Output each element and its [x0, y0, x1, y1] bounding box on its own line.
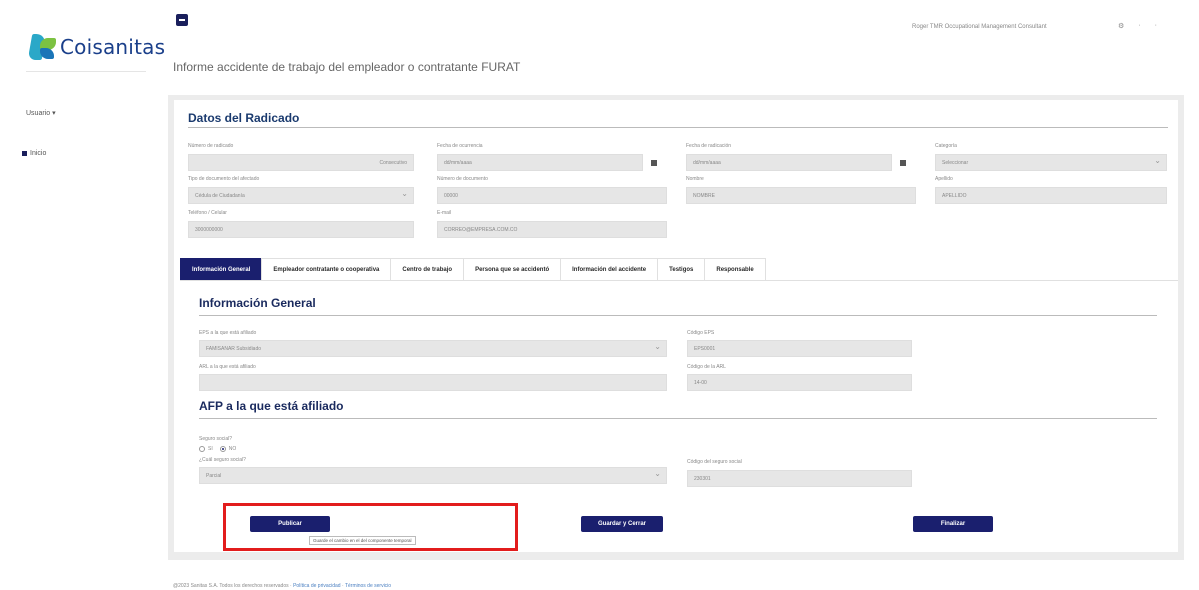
nombre-label: Nombre	[686, 176, 704, 182]
tab-centro-trabajo[interactable]: Centro de trabajo	[390, 258, 465, 280]
section-heading-afp: AFP a la que está afiliado	[199, 399, 344, 413]
email-label: E-mail	[437, 210, 452, 216]
guardar-cerrar-button[interactable]: Guardar y Cerrar	[581, 516, 663, 532]
eps-label: EPS a la que está afiliado	[199, 330, 257, 336]
section-heading-radicado: Datos del Radicado	[188, 111, 300, 125]
seguro-social-radio-group: SI NO	[199, 446, 236, 452]
tab-bar: Información General Empleador contratant…	[180, 258, 766, 280]
codigo-eps-label: Código EPS	[687, 330, 715, 336]
sidebar-divider	[26, 71, 146, 72]
sidebar-user-menu[interactable]: Usuario ▾	[26, 109, 56, 117]
arl-label: ARL a la que está afiliado	[199, 364, 256, 370]
section-divider	[199, 315, 1157, 316]
sidebar-item-label: Inicio	[30, 150, 47, 157]
tab-informacion-general[interactable]: Información General	[180, 258, 263, 280]
codigo-arl-label: Código de la ARL	[687, 364, 726, 370]
brand-logo[interactable]: Coisanitas	[27, 34, 166, 60]
highlight-box	[223, 503, 518, 551]
codigo-seguro-field: 230301	[687, 470, 912, 487]
tab-divider	[180, 280, 1178, 281]
calendar-icon[interactable]	[900, 160, 906, 166]
fecha-ocurrencia-label: Fecha de ocurrencia	[437, 143, 483, 149]
seguro-social-label: Seguro social?	[199, 436, 233, 442]
apellido-label: Apellido	[935, 176, 953, 182]
nombre-field: NOMBRE	[686, 187, 916, 204]
telefono-field: 3000000000	[188, 221, 414, 238]
radio-no[interactable]	[219, 446, 226, 452]
top-user-name: Roger TMR Occupational Management Consul…	[912, 24, 1047, 30]
numero-documento-field: 00000	[437, 187, 667, 204]
section-divider	[199, 418, 1157, 419]
categoria-label: Categoría	[935, 143, 957, 149]
fecha-radicacion-field[interactable]: dd/mm/aaaa	[686, 154, 892, 171]
tab-persona-accidentada[interactable]: Persona que se accidentó	[463, 258, 562, 280]
section-heading-info-general: Información General	[199, 296, 316, 310]
codigo-arl-field: 14-00	[687, 374, 912, 391]
eps-select[interactable]: FAMISANAR Subsidiado	[199, 340, 667, 357]
arl-field[interactable]	[199, 374, 667, 391]
tab-testigos[interactable]: Testigos	[657, 258, 706, 280]
tab-informacion-accidente[interactable]: Información del accidente	[560, 258, 659, 280]
categoria-select[interactable]: Seleccionar	[935, 154, 1167, 171]
sidebar-item-inicio[interactable]: Inicio	[22, 150, 46, 157]
tab-responsable[interactable]: Responsable	[704, 258, 766, 280]
home-icon	[22, 150, 27, 156]
bell-icon[interactable]: ·	[1138, 22, 1140, 30]
footer: @2023 Sanitas S.A. Todos los derechos re…	[173, 583, 392, 589]
user-icon[interactable]: ⚙	[1118, 22, 1124, 30]
fecha-ocurrencia-field[interactable]: dd/mm/aaaa	[437, 154, 643, 171]
cual-seguro-label: ¿Cuál seguro social?	[199, 457, 246, 463]
brand-mark-icon	[27, 34, 58, 60]
cual-seguro-select[interactable]: Parcial	[199, 467, 667, 484]
email-field: CORREO@EMPRESA.COM.CO	[437, 221, 667, 238]
footer-link-privacy[interactable]: Política de privacidad	[293, 583, 341, 589]
tipo-documento-label: Tipo de documento del afectado	[188, 176, 260, 182]
brand-name: Coisanitas	[60, 35, 166, 59]
radio-no-label: NO	[228, 446, 237, 452]
codigo-seguro-label: Código del seguro social	[687, 459, 742, 465]
radio-si[interactable]	[199, 446, 205, 452]
menu-toggle-button[interactable]	[176, 14, 188, 26]
calendar-icon[interactable]	[651, 160, 657, 166]
footer-copyright: @2023 Sanitas S.A. Todos los derechos re…	[173, 583, 289, 589]
fecha-radicacion-label: Fecha de radicación	[686, 143, 732, 149]
section-divider	[188, 127, 1168, 128]
page-title: Informe accidente de trabajo del emplead…	[173, 60, 521, 74]
codigo-eps-field: EPS0001	[687, 340, 912, 357]
finalizar-button[interactable]: Finalizar	[913, 516, 993, 532]
radio-si-label: SI	[208, 446, 213, 452]
numero-radicado-label: Número de radicado	[188, 143, 234, 149]
footer-link-terms[interactable]: Términos de servicio	[345, 583, 391, 589]
numero-radicado-field: Consecutivo	[188, 154, 414, 171]
tipo-documento-select[interactable]: Cédula de Ciudadanía	[188, 187, 414, 204]
apellido-field: APELLIDO	[935, 187, 1167, 204]
numero-documento-label: Número de documento	[437, 176, 488, 182]
telefono-label: Teléfono / Celular	[188, 210, 227, 216]
top-icons: ⚙ · ·	[1118, 22, 1157, 30]
logout-icon[interactable]: ·	[1155, 22, 1157, 30]
tab-empleador[interactable]: Empleador contratante o cooperativa	[261, 258, 392, 280]
sidebar: Coisanitas Usuario ▾ Inicio	[0, 0, 165, 590]
